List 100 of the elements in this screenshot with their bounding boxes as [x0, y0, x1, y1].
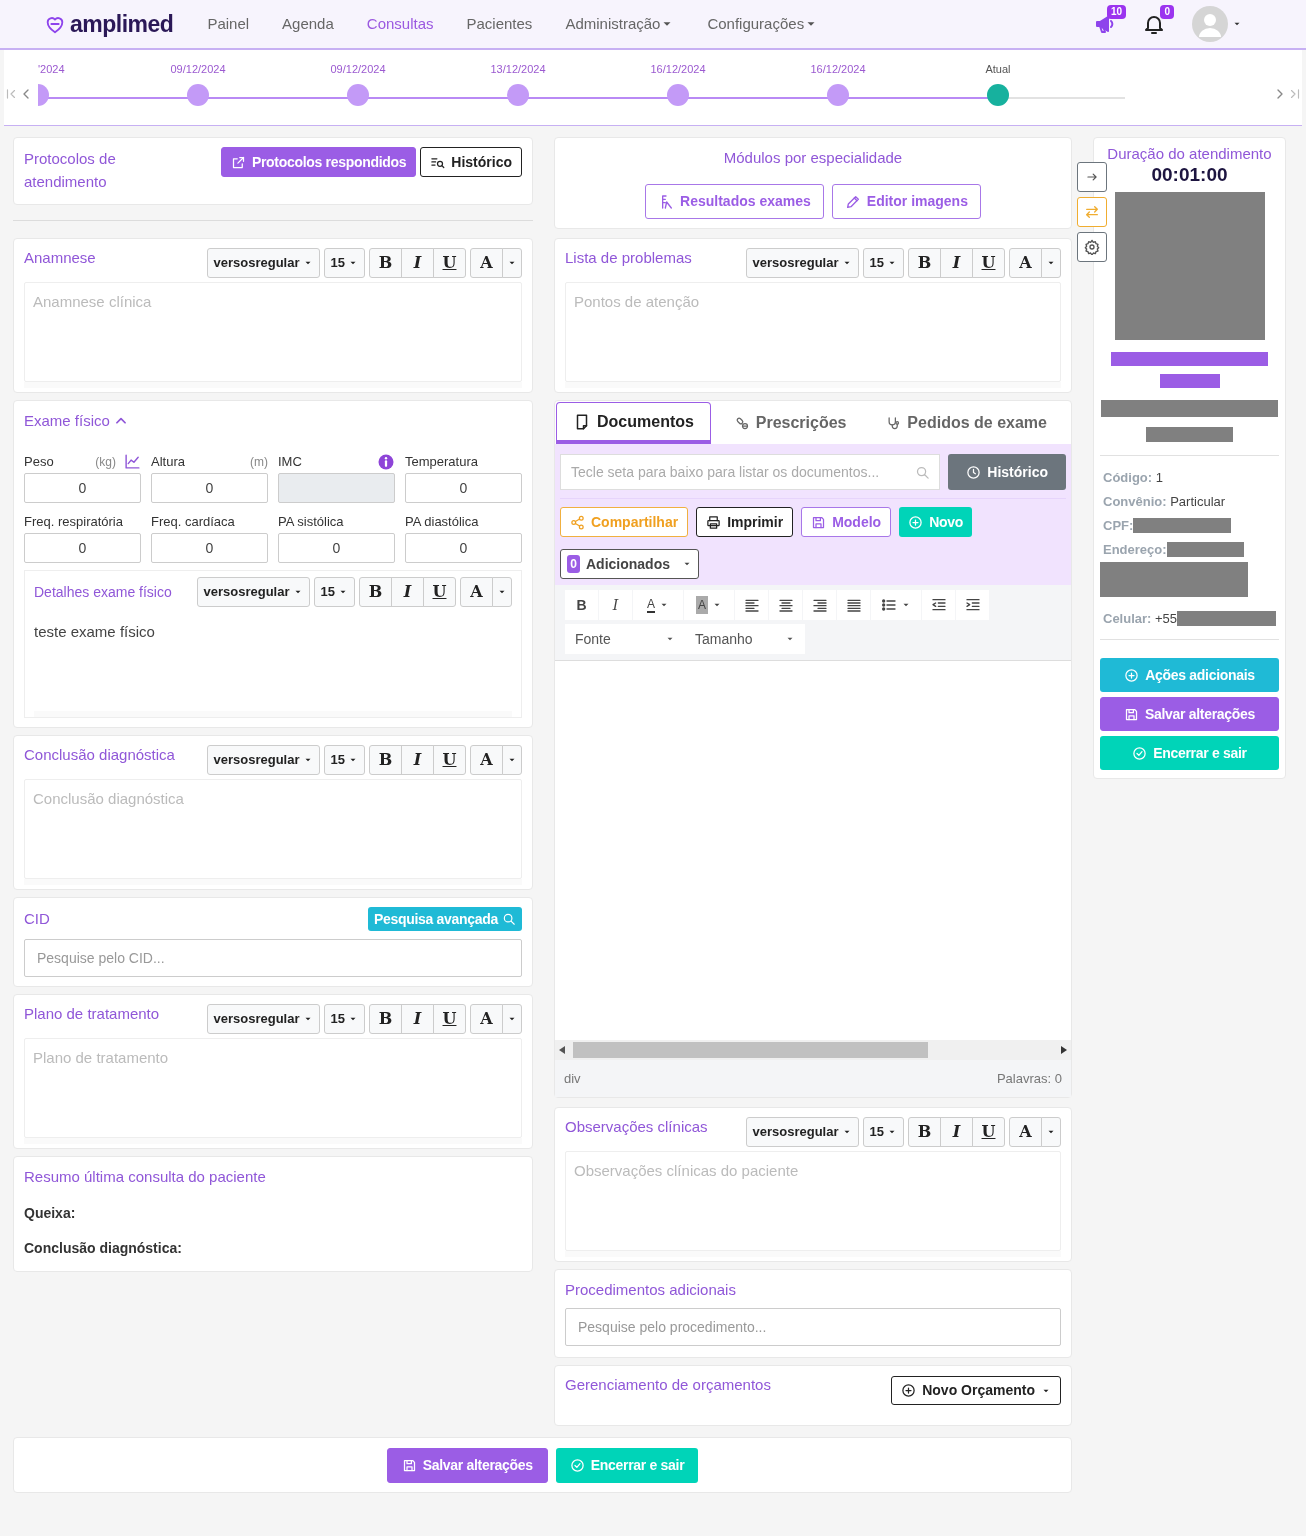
- scroll-right-icon[interactable]: [1061, 1046, 1067, 1054]
- exam-results-button[interactable]: Resultados exames: [645, 184, 824, 219]
- nav-link[interactable]: Consultas: [366, 12, 434, 36]
- tab[interactable]: Prescrições: [718, 402, 863, 444]
- save-button[interactable]: Salvar alterações: [1100, 697, 1279, 731]
- text-color-button[interactable]: A: [470, 745, 503, 775]
- timeline-point[interactable]: [347, 84, 369, 106]
- font-dropdown[interactable]: versosregular: [745, 1117, 859, 1147]
- anamnese-field[interactable]: Anamnese clínica: [24, 282, 522, 382]
- italic-button[interactable]: I: [940, 248, 973, 278]
- bold-button[interactable]: B: [369, 248, 402, 278]
- color-dropdown-toggle[interactable]: [502, 248, 522, 278]
- underline-button[interactable]: U: [433, 1004, 466, 1034]
- italic-button[interactable]: I: [391, 577, 424, 607]
- align-right-button[interactable]: [803, 590, 836, 620]
- underline-button[interactable]: U: [972, 248, 1005, 278]
- text-color-button[interactable]: A: [1009, 248, 1042, 278]
- measurement-field[interactable]: 0: [405, 473, 522, 503]
- nav-link[interactable]: Configurações: [707, 12, 819, 36]
- bold-button[interactable]: B: [369, 745, 402, 775]
- font-color-button[interactable]: A: [633, 590, 683, 620]
- history-button[interactable]: Histórico: [420, 147, 522, 177]
- italic-button[interactable]: I: [599, 590, 632, 620]
- timeline-point[interactable]: [987, 84, 1009, 106]
- timeline-point[interactable]: [507, 84, 529, 106]
- bold-button[interactable]: B: [369, 1004, 402, 1034]
- font-dropdown[interactable]: versosregular: [196, 577, 310, 607]
- underline-button[interactable]: U: [972, 1117, 1005, 1147]
- nav-link[interactable]: Pacientes: [466, 12, 533, 36]
- measurement-field[interactable]: 0: [405, 533, 522, 563]
- underline-button[interactable]: U: [433, 248, 466, 278]
- italic-button[interactable]: I: [401, 248, 434, 278]
- font-dropdown[interactable]: versosregular: [206, 745, 320, 775]
- cid-search-field[interactable]: Pesquise pelo CID...: [24, 939, 522, 977]
- scrollbar-thumb[interactable]: [573, 1042, 928, 1058]
- image-editor-button[interactable]: Editor imagens: [831, 184, 981, 219]
- underline-button[interactable]: U: [423, 577, 456, 607]
- details-editor[interactable]: Detalhes exame físico versosregular 15 B I U A teste exame físico: [24, 570, 522, 718]
- measurement-field[interactable]: 0: [151, 473, 268, 503]
- outdent-button[interactable]: [922, 590, 955, 620]
- color-dropdown-toggle[interactable]: [502, 1004, 522, 1034]
- italic-button[interactable]: I: [401, 745, 434, 775]
- avatar-icon[interactable]: [1192, 6, 1228, 42]
- size-dropdown[interactable]: 15: [862, 1117, 904, 1147]
- font-dropdown[interactable]: versosregular: [745, 248, 859, 278]
- observations-field[interactable]: Observações clínicas do paciente: [565, 1151, 1061, 1251]
- text-color-button[interactable]: A: [460, 577, 493, 607]
- history-button[interactable]: Histórico: [948, 454, 1066, 490]
- text-color-button[interactable]: A: [1009, 1117, 1042, 1147]
- bold-button[interactable]: B: [565, 590, 598, 620]
- size-dropdown[interactable]: 15: [313, 577, 355, 607]
- nav-link[interactable]: Administração: [565, 12, 675, 36]
- font-dropdown[interactable]: versosregular: [206, 1004, 320, 1034]
- font-select[interactable]: Fonte: [565, 624, 685, 654]
- added-dropdown[interactable]: 0 Adicionados: [560, 549, 699, 579]
- measurement-field[interactable]: 0: [24, 533, 141, 563]
- text-color-button[interactable]: A: [470, 248, 503, 278]
- nav-link[interactable]: Agenda: [282, 12, 334, 36]
- timeline-point[interactable]: [667, 84, 689, 106]
- measurement-field[interactable]: 0: [24, 473, 141, 503]
- scroll-left-icon[interactable]: [559, 1046, 565, 1054]
- align-center-button[interactable]: [769, 590, 802, 620]
- settings-button[interactable]: [1077, 232, 1107, 262]
- timeline-point[interactable]: [38, 84, 49, 106]
- justify-button[interactable]: [837, 590, 870, 620]
- size-dropdown[interactable]: 15: [323, 745, 365, 775]
- color-dropdown-toggle[interactable]: [1041, 248, 1061, 278]
- conclusion-field[interactable]: Conclusão diagnóstica: [24, 779, 522, 879]
- size-dropdown[interactable]: 15: [862, 248, 904, 278]
- bold-button[interactable]: B: [908, 1117, 941, 1147]
- indent-button[interactable]: [956, 590, 989, 620]
- swap-button[interactable]: [1077, 197, 1107, 227]
- print-button[interactable]: Imprimir: [696, 507, 794, 537]
- bold-button[interactable]: B: [908, 248, 941, 278]
- problems-field[interactable]: Pontos de atenção: [565, 282, 1061, 382]
- color-dropdown-toggle[interactable]: [1041, 1117, 1061, 1147]
- font-dropdown[interactable]: versosregular: [206, 248, 320, 278]
- align-left-button[interactable]: [735, 590, 768, 620]
- collapse-button[interactable]: [1077, 162, 1107, 192]
- treatment-plan-field[interactable]: Plano de tratamento: [24, 1038, 522, 1138]
- procedure-search-field[interactable]: Pesquise pelo procedimento...: [565, 1308, 1061, 1346]
- measurement-field[interactable]: 0: [151, 533, 268, 563]
- size-dropdown[interactable]: 15: [323, 248, 365, 278]
- text-color-button[interactable]: A: [470, 1004, 503, 1034]
- underline-button[interactable]: U: [433, 745, 466, 775]
- tab[interactable]: Pedidos de exame: [870, 402, 1063, 444]
- template-button[interactable]: Modelo: [801, 507, 892, 537]
- italic-button[interactable]: I: [401, 1004, 434, 1034]
- size-select[interactable]: Tamanho: [685, 624, 805, 654]
- save-button[interactable]: Salvar alterações: [386, 1447, 548, 1483]
- highlight-button[interactable]: A: [684, 590, 734, 620]
- answered-protocols-button[interactable]: Protocolos respondidos: [220, 147, 417, 177]
- size-dropdown[interactable]: 15: [323, 1004, 365, 1034]
- color-dropdown-toggle[interactable]: [502, 745, 522, 775]
- new-budget-button[interactable]: Novo Orçamento: [891, 1376, 1061, 1405]
- color-dropdown-toggle[interactable]: [492, 577, 512, 607]
- bold-button[interactable]: B: [359, 577, 392, 607]
- document-search-field[interactable]: Tecle seta para baixo para listar os documentos...: [560, 454, 941, 490]
- italic-button[interactable]: I: [940, 1117, 973, 1147]
- timeline-point[interactable]: [187, 84, 209, 106]
